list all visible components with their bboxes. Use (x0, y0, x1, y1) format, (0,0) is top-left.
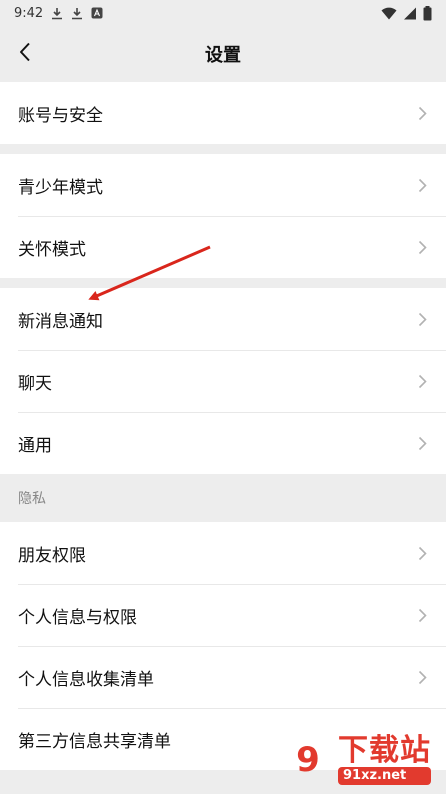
download-icon (51, 7, 63, 20)
wifi-icon (381, 7, 397, 20)
chevron-right-icon (418, 606, 430, 624)
chevron-right-icon (418, 668, 430, 686)
back-button[interactable] (10, 39, 40, 69)
settings-group-account: 账号与安全 (0, 82, 446, 144)
status-bar: 9:42 (0, 0, 446, 26)
chevron-right-icon (418, 310, 430, 328)
settings-item-label: 朋友权限 (18, 545, 86, 566)
page-title: 设置 (205, 45, 241, 66)
settings-item-label: 新消息通知 (18, 311, 103, 332)
watermark-url: 91xz.net (338, 767, 431, 785)
download-icon (71, 7, 83, 20)
settings-item-personal-info-permissions[interactable]: 个人信息与权限 (0, 584, 446, 646)
settings-item-label: 关怀模式 (18, 239, 86, 260)
settings-group-general: 新消息通知 聊天 通用 (0, 288, 446, 474)
chevron-right-icon (418, 176, 430, 194)
settings-item-account-security[interactable]: 账号与安全 (0, 82, 446, 144)
settings-item-teen-mode[interactable]: 青少年模式 (0, 154, 446, 216)
nav-bar: 设置 (0, 26, 446, 82)
battery-icon (423, 5, 432, 21)
signal-icon (403, 7, 417, 20)
settings-item-label: 个人信息与权限 (18, 607, 137, 628)
chevron-right-icon (418, 372, 430, 390)
settings-item-chat[interactable]: 聊天 (0, 350, 446, 412)
watermark-logo-mark: 9 (296, 740, 320, 780)
watermark-title: 下载站 (338, 733, 431, 768)
chevron-right-icon (418, 104, 430, 122)
settings-group-modes: 青少年模式 关怀模式 (0, 154, 446, 278)
settings-item-label: 聊天 (18, 373, 52, 394)
status-time: 9:42 (14, 5, 44, 21)
settings-item-care-mode[interactable]: 关怀模式 (0, 216, 446, 278)
privacy-section-header: 隐私 (0, 474, 446, 522)
app-notification-icon (91, 7, 103, 19)
chevron-right-icon (418, 238, 430, 256)
chevron-right-icon (418, 544, 430, 562)
settings-item-label: 账号与安全 (18, 105, 103, 126)
settings-item-new-message-notification[interactable]: 新消息通知 (0, 288, 446, 350)
settings-item-personal-info-collection[interactable]: 个人信息收集清单 (0, 646, 446, 708)
chevron-right-icon (418, 434, 430, 452)
settings-item-friend-permissions[interactable]: 朋友权限 (0, 522, 446, 584)
watermark-logo: 9 下载站 91xz.net (282, 730, 442, 790)
chevron-left-icon (19, 42, 31, 66)
settings-item-label: 通用 (18, 435, 52, 456)
settings-item-label: 青少年模式 (18, 177, 103, 198)
settings-item-general[interactable]: 通用 (0, 412, 446, 474)
settings-item-label: 个人信息收集清单 (18, 669, 154, 690)
